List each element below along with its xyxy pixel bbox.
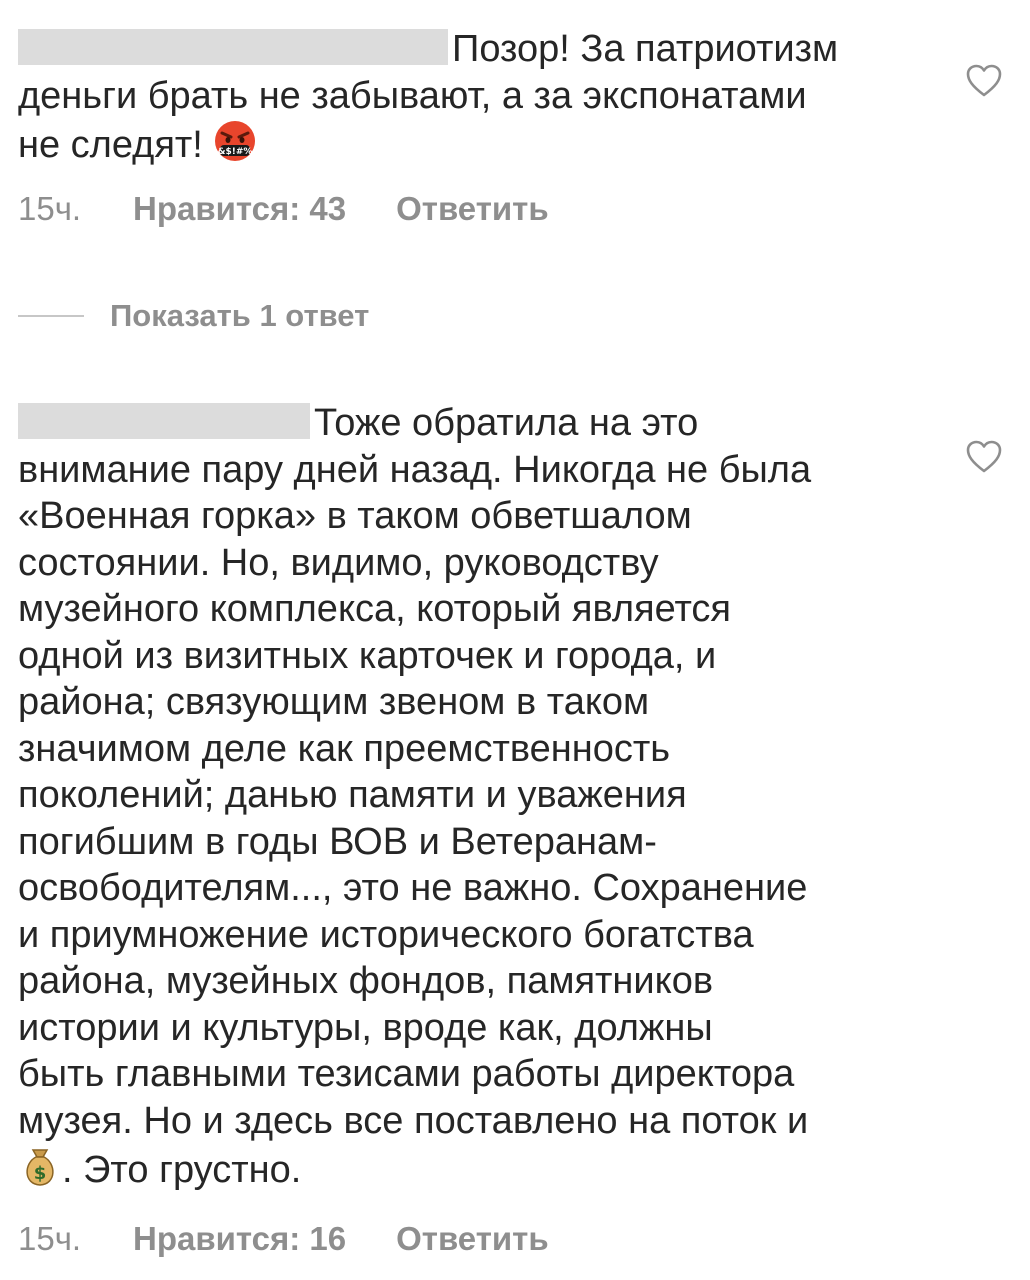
reply-button[interactable]: Ответить (396, 190, 549, 228)
replies-divider-line (18, 315, 84, 317)
comment-2-line-13: района, музейных фондов, памятников (18, 960, 714, 1002)
like-heart-icon[interactable] (966, 440, 1002, 474)
comment-2-body: Тоже обратила на это внимание пару дней … (18, 400, 918, 1200)
comment-2-line-6: одной из визитных карточек и города, и (18, 634, 717, 677)
comment-2-line-4: состоянии. Но, видимо, руководству (18, 541, 659, 584)
show-replies-button[interactable]: Показать 1 ответ (18, 298, 369, 334)
comment-1-line-1: Позор! За патриотизм (452, 28, 839, 70)
comment-2-line-7: района; связующим звеном в таком (18, 681, 650, 723)
money-bag-icon: $ (18, 1144, 62, 1200)
comment-2-line-1: Тоже обратила на это (314, 402, 699, 444)
svg-text:&$!#%: &$!#% (218, 147, 253, 157)
comment-2-line-15: быть главными тезисами работы директора (18, 1053, 795, 1095)
comment-2-line-14: истории и культуры, вроде как, должны (18, 1006, 713, 1049)
comment-2-line-2: внимание пару дней назад. Никогда не был… (18, 448, 812, 491)
face-with-symbols-on-mouth-icon: &$!#% (213, 119, 257, 175)
comment-1-line-3: не следят! (18, 124, 203, 166)
comment-2-line-3: «Военная горка» в таком обветшалом (18, 495, 692, 537)
comment-time: 15ч. (18, 1220, 82, 1257)
comment-1: Позор! За патриотизм деньги брать не заб… (18, 26, 918, 175)
comment-time: 15ч. (18, 190, 82, 227)
comment-2-line-5: музейного комплекса, который является (18, 588, 732, 630)
comment-1-body: Позор! За патриотизм деньги брать не заб… (18, 26, 918, 175)
comment-2-line-17: . Это грустно. (62, 1149, 302, 1191)
redacted-username (18, 403, 310, 439)
comment-2-line-11: освободителям..., это не важно. Сохранен… (18, 867, 808, 909)
show-replies-label: Показать 1 ответ (110, 298, 370, 333)
reply-button[interactable]: Ответить (396, 1220, 549, 1258)
likes-count[interactable]: Нравится: 16 (133, 1220, 346, 1258)
comment-1-meta: 15ч. Нравится: 43 Ответить (18, 190, 549, 228)
svg-text:$: $ (34, 1163, 47, 1184)
likes-count[interactable]: Нравится: 43 (133, 190, 346, 228)
comment-2-line-8: значимом деле как преемственность (18, 727, 671, 770)
like-heart-icon[interactable] (966, 64, 1002, 98)
comment-2-line-12: и приумножение исторического богатства (18, 913, 754, 956)
comment-2-line-9: поколений; данью памяти и уважения (18, 774, 687, 816)
comment-2-meta: 15ч. Нравится: 16 Ответить (18, 1220, 549, 1258)
redacted-username (18, 29, 448, 65)
comment-2-line-16: музея. Но и здесь все поставлено на пото… (18, 1099, 809, 1142)
comment-2-line-10: погибшим в годы ВОВ и Ветеранам- (18, 820, 657, 863)
comment-1-line-2: деньги брать не забывают, а за экспоната… (18, 74, 807, 117)
comment-2: Тоже обратила на это внимание пару дней … (18, 400, 918, 1200)
